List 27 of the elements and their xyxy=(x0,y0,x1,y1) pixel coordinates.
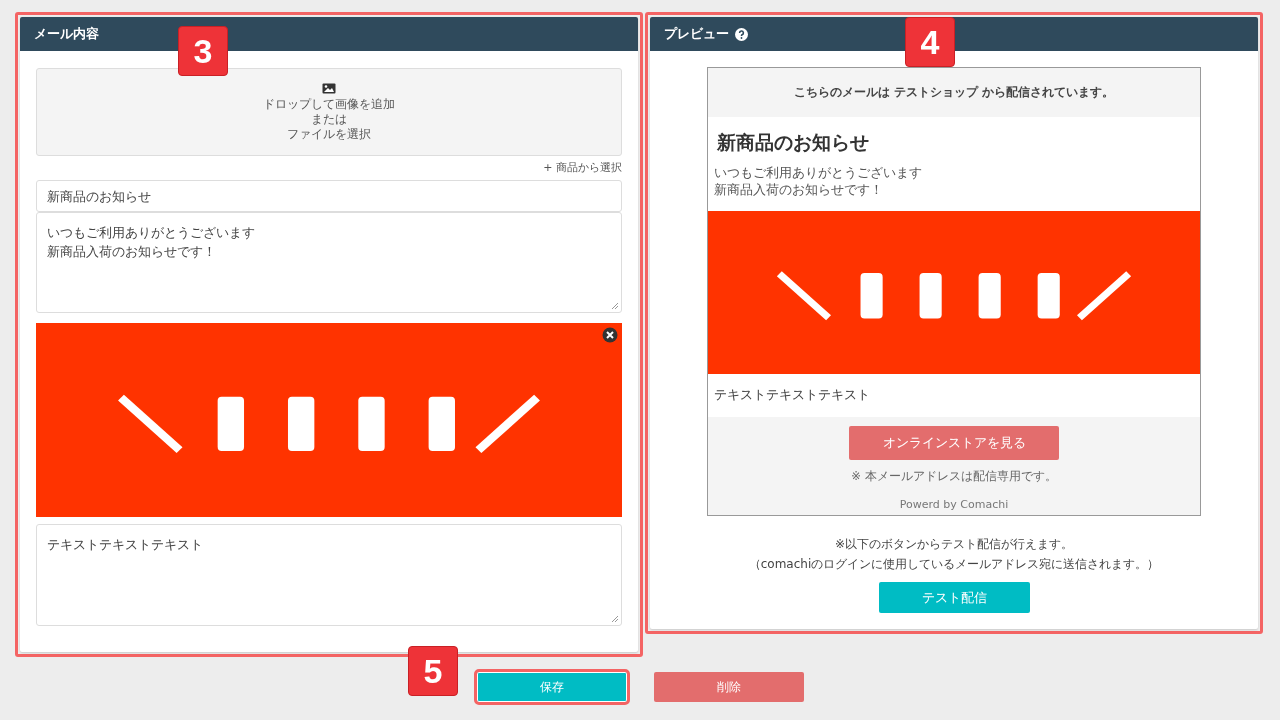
email-heading: 新商品のお知らせ xyxy=(716,130,870,155)
help-icon[interactable] xyxy=(735,27,748,41)
dropzone-text: ファイルを選択 xyxy=(287,126,371,142)
step-badge: 4 xyxy=(905,17,955,67)
dropzone-text: または xyxy=(311,111,347,127)
select-from-products-link[interactable]: + 商品から選択 xyxy=(543,160,622,175)
test-send-note: ※以下のボタンからテスト配信が行えます。 xyxy=(834,536,1074,553)
test-send-subnote: （comachiのログインに使用しているメールアドレス宛に送信されます。） xyxy=(748,556,1160,573)
powered-by-text: Powerd by Comachi xyxy=(899,498,1009,511)
no-reply-notice: ※ 本メールアドレスは配信専用です。 xyxy=(851,469,1057,484)
step-badge: 5 xyxy=(408,646,458,696)
text-field[interactable]: テキストテキストテキスト xyxy=(36,524,622,626)
subject-field[interactable]: 新商品のお知らせ xyxy=(36,180,622,212)
body-line: いつもご利用ありがとうございます xyxy=(47,224,256,242)
resize-grip-icon[interactable] xyxy=(611,302,619,310)
image-dropzone[interactable]: ドロップして画像を追加 または ファイルを選択 xyxy=(36,68,622,156)
body-field[interactable]: いつもご利用ありがとうございます 新商品入荷のお知らせです！ xyxy=(36,212,622,313)
sender-notice: こちらのメールは テストショップ から配信されています。 xyxy=(708,68,1200,117)
image-icon xyxy=(322,82,336,94)
panel-title: プレビュー xyxy=(664,25,729,43)
email-body-line: いつもご利用ありがとうございます xyxy=(714,164,923,181)
dropzone-text: ドロップして画像を追加 xyxy=(263,96,395,112)
email-body-line: 新商品入荷のお知らせです！ xyxy=(714,181,884,198)
body-line: 新商品入荷のお知らせです！ xyxy=(47,243,217,261)
resize-grip-icon[interactable] xyxy=(611,615,619,623)
email-text: テキストテキストテキスト xyxy=(713,386,871,404)
close-icon[interactable] xyxy=(602,327,618,343)
